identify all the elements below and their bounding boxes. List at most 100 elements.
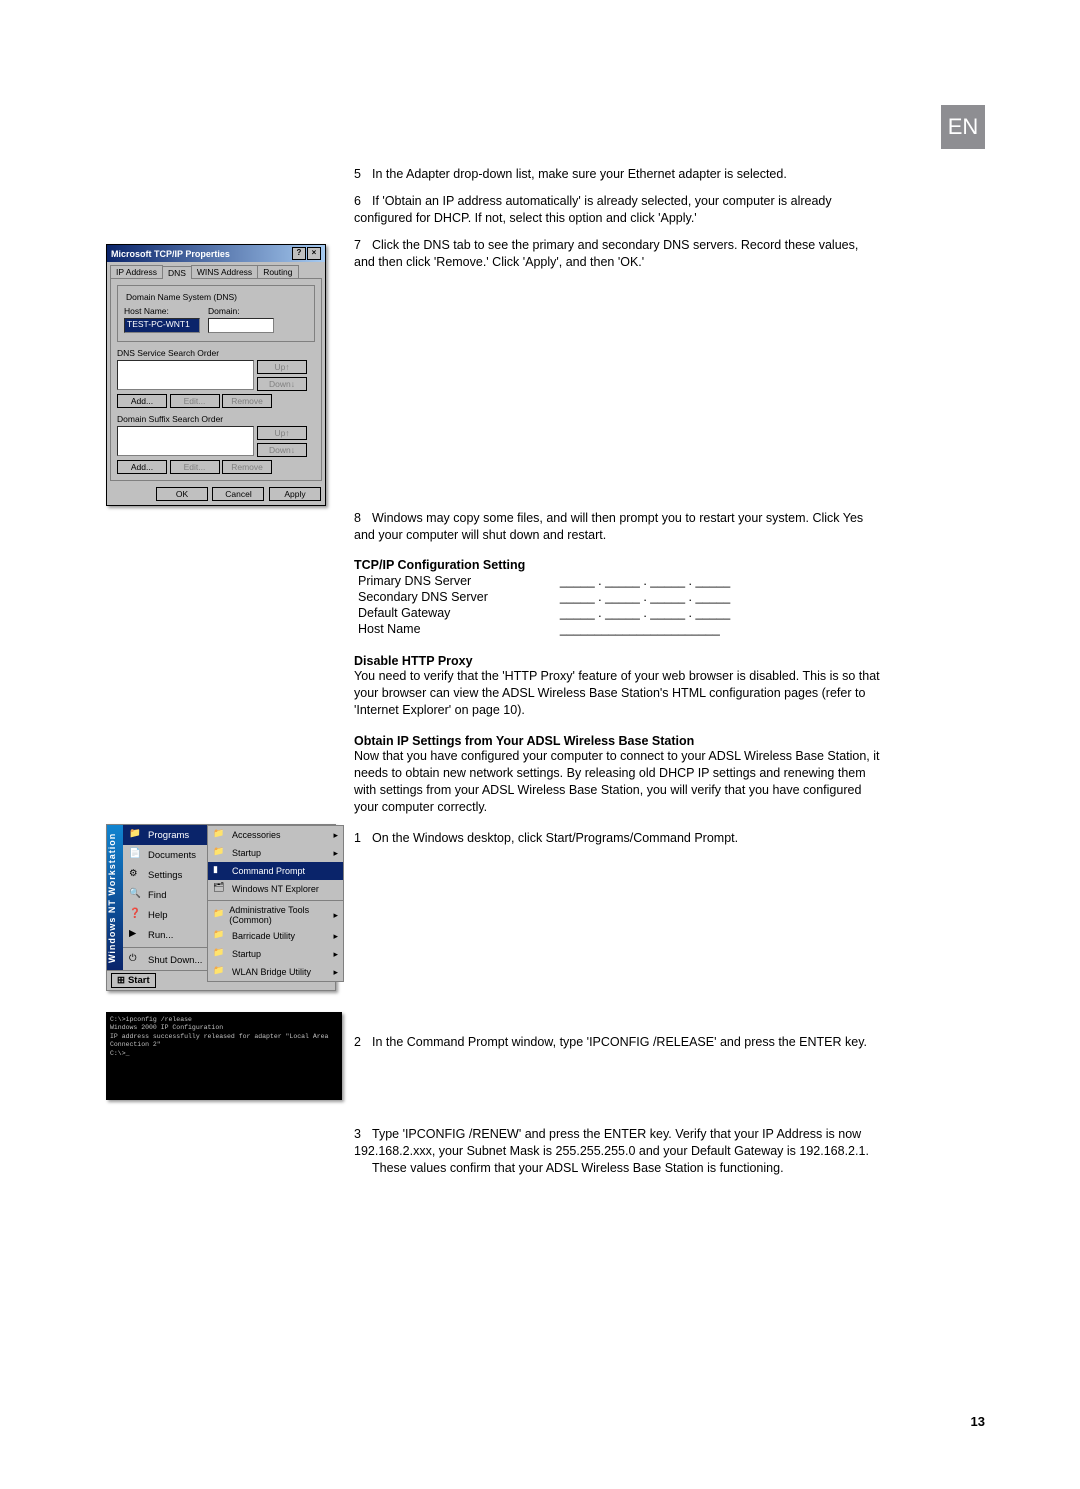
obtain-heading: Obtain IP Settings from Your ADSL Wirele… [354,734,880,748]
documents-icon: 📄 [129,848,143,862]
step-text: In the Command Prompt window, type 'IPCO… [372,1035,867,1049]
start-button[interactable]: ⊞Start [111,973,156,988]
ok-button[interactable]: OK [156,487,208,501]
step-number: 5 [354,166,372,183]
config-row-label: Primary DNS Server [356,574,490,588]
step-text: Windows may copy some files, and will th… [354,511,863,542]
up-button-2[interactable]: Up↑ [257,426,307,440]
page-number: 13 [971,1414,985,1429]
step-number: 8 [354,510,372,527]
run-icon: ▶ [129,928,143,942]
edit-button[interactable]: Edit... [170,394,220,408]
config-row-blank: _____ . _____ . _____ . _____ [558,574,732,588]
cmd-icon: ▮ [213,864,227,878]
proxy-body: You need to verify that the 'HTTP Proxy'… [354,668,880,719]
remove-button[interactable]: Remove [222,394,272,408]
up-button[interactable]: Up↑ [257,360,307,374]
folder-icon: 📁 [213,828,227,842]
group-search-order: DNS Service Search Order [117,348,315,358]
tab-wins[interactable]: WINS Address [191,265,258,278]
config-row-blank: _______________________ [558,622,732,636]
programs-icon: 📁 [129,828,143,842]
config-row-label: Secondary DNS Server [356,590,490,604]
command-prompt-window: C:\>ipconfig /release Windows 2000 IP Co… [106,1012,342,1100]
page: EN 5In the Adapter drop-down list, make … [0,0,1080,1489]
help-icon: ❓ [129,908,143,922]
cmd-line: IP address successfully released for ada… [110,1033,338,1050]
domain-input[interactable] [208,318,274,333]
config-row-label: Host Name [356,622,490,636]
dialog-titlebar: Microsoft TCP/IP Properties ?× [107,245,325,262]
windows-icon: ⊞ [117,975,125,986]
find-icon: 🔍 [129,888,143,902]
step-text: Type 'IPCONFIG /RENEW' and press the ENT… [354,1127,869,1158]
step-text: Click the DNS tab to see the primary and… [354,238,858,269]
remove-button-2[interactable]: Remove [222,460,272,474]
config-heading: TCP/IP Configuration Setting [354,558,880,572]
step-number: 3 [354,1126,372,1143]
step-number: 7 [354,237,372,254]
config-row-blank: _____ . _____ . _____ . _____ [558,606,732,620]
down-button-2[interactable]: Down↓ [257,443,307,457]
submenu-barricade[interactable]: 📁Barricade Utility▸ [208,927,343,945]
proxy-heading: Disable HTTP Proxy [354,654,880,668]
submenu-accessories[interactable]: 📁Accessories▸ [208,826,343,844]
apply-button[interactable]: Apply [269,487,321,501]
folder-icon: 📁 [213,846,227,860]
step-text: In the Adapter drop-down list, make sure… [372,167,787,181]
cmd-line: C:\>_ [110,1050,338,1058]
dialog-title: Microsoft TCP/IP Properties [111,249,230,259]
step-2: 2In the Command Prompt window, type 'IPC… [354,1034,880,1061]
cancel-button[interactable]: Cancel [212,487,264,501]
submenu-startup[interactable]: 📁Startup▸ [208,844,343,862]
dialog-tabs: IP AddressDNSWINS AddressRouting [107,262,325,278]
group-dns: Domain Name System (DNS) [124,292,239,302]
programs-submenu: 📁Accessories▸ 📁Startup▸ ▮Command Prompt … [207,825,344,982]
step-number: 2 [354,1034,372,1051]
step-3: 3Type 'IPCONFIG /RENEW' and press the EN… [354,1126,880,1187]
host-name-input[interactable]: TEST-PC-WNT1 [124,318,200,333]
language-tab: EN [941,105,985,149]
step-text: These values confirm that your ADSL Wire… [372,1160,784,1177]
tab-routing[interactable]: Routing [257,265,298,278]
help-icon[interactable]: ? [292,247,306,260]
folder-icon: 📁 [213,908,224,922]
explorer-icon: 🗂 [213,882,227,896]
suffix-list[interactable] [117,426,254,456]
down-button[interactable]: Down↓ [257,377,307,391]
cmd-line: C:\>ipconfig /release [110,1016,338,1024]
submenu-admin-tools[interactable]: 📁Administrative Tools (Common)▸ [208,903,343,927]
steps-5-7: 5In the Adapter drop-down list, make sur… [354,166,880,280]
domain-label: Domain: [208,306,274,316]
edit-button-2[interactable]: Edit... [170,460,220,474]
submenu-wlan[interactable]: 📁WLAN Bridge Utility▸ [208,963,343,981]
group-suffix-order: Domain Suffix Search Order [117,414,315,424]
mid-text: 8Windows may copy some files, and will t… [354,510,880,857]
cmd-line: Windows 2000 IP Configuration [110,1024,338,1032]
config-row-blank: _____ . _____ . _____ . _____ [558,590,732,604]
folder-icon: 📁 [213,965,227,979]
add-button-2[interactable]: Add... [117,460,167,474]
submenu-command-prompt[interactable]: ▮Command Prompt [208,862,343,880]
step-text: If 'Obtain an IP address automatically' … [354,194,832,225]
step-number: 6 [354,193,372,210]
config-table: Primary DNS Server _____ . _____ . _____ … [354,572,734,638]
submenu-explorer[interactable]: 🗂Windows NT Explorer [208,880,343,898]
tab-ip-address[interactable]: IP Address [110,265,163,278]
tab-dns[interactable]: DNS [162,266,192,279]
start-menu-banner: Windows NT Workstation [107,825,123,970]
window-controls: ?× [291,247,321,260]
folder-icon: 📁 [213,929,227,943]
step-text: On the Windows desktop, click Start/Prog… [372,831,738,845]
folder-icon: 📁 [213,947,227,961]
host-label: Host Name: [124,306,200,316]
dns-list[interactable] [117,360,254,390]
shutdown-icon: ⏻ [129,953,143,967]
submenu-startup-2[interactable]: 📁Startup▸ [208,945,343,963]
tcpip-dialog-figure: Microsoft TCP/IP Properties ?× IP Addres… [106,244,336,506]
close-icon[interactable]: × [307,247,321,260]
cmd-prompt-figure: C:\>ipconfig /release Windows 2000 IP Co… [106,1012,336,1100]
config-row-label: Default Gateway [356,606,490,620]
start-menu-figure: Windows NT Workstation 📁Programs▸ 📄Docum… [106,824,336,991]
add-button[interactable]: Add... [117,394,167,408]
